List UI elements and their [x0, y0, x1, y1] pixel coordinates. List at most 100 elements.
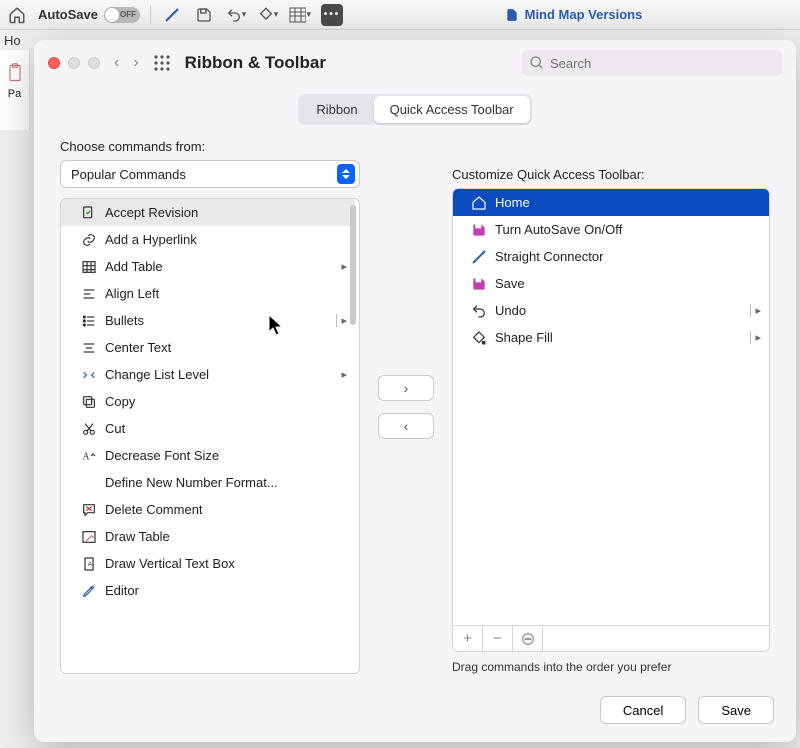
autosave-label: AutoSave — [38, 7, 98, 22]
preferences-sheet: ‹ › Ribbon & Toolbar Ribbon Quick Access… — [34, 40, 796, 742]
save-button[interactable]: Save — [698, 696, 774, 724]
command-label: Decrease Font Size — [105, 448, 347, 463]
copy-icon — [81, 394, 97, 410]
svg-text:A: A — [82, 451, 90, 462]
command-item[interactable]: Add Table ▸ — [61, 253, 355, 280]
home-icon[interactable] — [6, 5, 28, 25]
save-icon[interactable] — [193, 5, 215, 25]
command-label: Draw Table — [105, 529, 347, 544]
add-command-button[interactable]: › — [378, 375, 434, 401]
command-item[interactable]: Draw Table — [61, 523, 355, 550]
accept-icon — [81, 205, 97, 221]
center-icon — [81, 340, 97, 356]
remove-command-button[interactable]: ‹ — [378, 413, 434, 439]
command-item[interactable]: Change List Level ▸ — [61, 361, 355, 388]
qat-item[interactable]: Home — [453, 189, 769, 216]
command-label: Change List Level — [105, 367, 329, 382]
reorder-hint: Drag commands into the order you prefer — [452, 660, 770, 674]
command-item[interactable]: Define New Number Format... — [61, 469, 355, 496]
svg-text:A: A — [88, 561, 93, 568]
command-item[interactable]: Editor — [61, 577, 355, 604]
undo-icon — [471, 303, 487, 319]
available-commands-list[interactable]: Accept Revision Add a Hyperlink Add Tabl… — [60, 198, 360, 674]
qat-item-label: Undo — [495, 303, 742, 318]
back-button[interactable]: ‹ — [114, 54, 119, 72]
fill-icon — [471, 330, 487, 346]
listlevel-icon — [81, 367, 97, 383]
command-item[interactable]: Add a Hyperlink — [61, 226, 355, 253]
more-button[interactable]: ••• — [321, 4, 343, 26]
search-input[interactable] — [522, 50, 782, 76]
vtextbox-icon: A — [81, 556, 97, 572]
chevron-right-icon: ▸ — [337, 260, 347, 273]
command-item[interactable]: Copy — [61, 388, 355, 415]
qat-list-toolbar: + − — [453, 625, 769, 651]
line-tool-icon[interactable] — [161, 5, 183, 25]
commands-source-dropdown[interactable]: Popular Commands — [60, 160, 360, 188]
autosave-pill[interactable]: OFF — [104, 7, 140, 23]
command-label: Draw Vertical Text Box — [105, 556, 347, 571]
command-item[interactable]: Bullets ▸ — [61, 307, 355, 334]
qat-item[interactable]: Turn AutoSave On/Off — [453, 216, 769, 243]
command-item[interactable]: Center Text — [61, 334, 355, 361]
command-item[interactable]: Align Left — [61, 280, 355, 307]
choose-commands-label: Choose commands from: — [60, 139, 360, 154]
home-icon — [471, 195, 487, 211]
command-label: Add Table — [105, 259, 329, 274]
all-preferences-icon[interactable] — [153, 54, 171, 72]
add-separator-button[interactable]: + — [453, 626, 483, 651]
command-item[interactable]: Accept Revision — [61, 199, 355, 226]
chevron-right-icon: ▸ — [750, 304, 761, 317]
close-window-button[interactable] — [48, 57, 60, 69]
table-icon — [81, 259, 97, 275]
undo-icon[interactable]: ▾ — [225, 5, 247, 25]
delcomment-icon — [81, 502, 97, 518]
tab-home[interactable]: Ho — [4, 33, 21, 48]
link-icon — [81, 232, 97, 248]
qat-item[interactable]: Save — [453, 270, 769, 297]
qat-item[interactable]: Shape Fill ▸ — [453, 324, 769, 351]
command-label: Define New Number Format... — [105, 475, 347, 490]
grid-icon[interactable]: ▾ — [289, 5, 311, 25]
autosave-toggle[interactable]: AutoSave OFF — [38, 7, 140, 23]
sheet-title: Ribbon & Toolbar — [185, 53, 326, 73]
clipboard-panel: Pa — [0, 50, 30, 130]
bullets-icon — [81, 313, 97, 329]
sheet-titlebar: ‹ › Ribbon & Toolbar — [34, 40, 796, 86]
tab-quick-access-toolbar[interactable]: Quick Access Toolbar — [374, 96, 530, 123]
command-item[interactable]: A Decrease Font Size — [61, 442, 355, 469]
editor-icon — [81, 583, 97, 599]
drawtable-icon — [81, 529, 97, 545]
chevron-right-icon: ▸ — [750, 331, 761, 344]
forward-button[interactable]: › — [133, 54, 138, 72]
qat-item-label: Turn AutoSave On/Off — [495, 222, 761, 237]
save-icon — [471, 222, 487, 238]
cut-icon — [81, 421, 97, 437]
qat-item[interactable]: Undo ▸ — [453, 297, 769, 324]
tab-ribbon[interactable]: Ribbon — [300, 96, 373, 123]
command-label: Add a Hyperlink — [105, 232, 347, 247]
shape-fill-icon[interactable]: ▾ — [257, 5, 279, 25]
commands-source-value: Popular Commands — [71, 167, 186, 182]
zoom-window-button — [88, 57, 100, 69]
fontdec-icon: A — [81, 448, 97, 464]
customize-qat-label: Customize Quick Access Toolbar: — [452, 167, 770, 182]
dialog-footer: Cancel Save — [34, 684, 796, 742]
command-label: Align Left — [105, 286, 347, 301]
qat-item-label: Straight Connector — [495, 249, 761, 264]
cancel-button[interactable]: Cancel — [600, 696, 686, 724]
align-icon — [81, 286, 97, 302]
qat-item[interactable]: Straight Connector — [453, 243, 769, 270]
qat-item-label: Home — [495, 195, 761, 210]
more-actions-button[interactable] — [513, 626, 543, 651]
remove-item-button[interactable]: − — [483, 626, 513, 651]
line-icon — [471, 249, 487, 265]
app-toolbar: AutoSave OFF ▾ ▾ ▾ ••• Mind Map Versions — [0, 0, 800, 30]
qat-items-list[interactable]: Home Turn AutoSave On/Off Straight Conne… — [452, 188, 770, 652]
command-label: Cut — [105, 421, 347, 436]
command-item[interactable]: Delete Comment — [61, 496, 355, 523]
search-field[interactable] — [522, 50, 782, 76]
blank-icon — [81, 475, 97, 491]
command-item[interactable]: A Draw Vertical Text Box — [61, 550, 355, 577]
command-item[interactable]: Cut — [61, 415, 355, 442]
